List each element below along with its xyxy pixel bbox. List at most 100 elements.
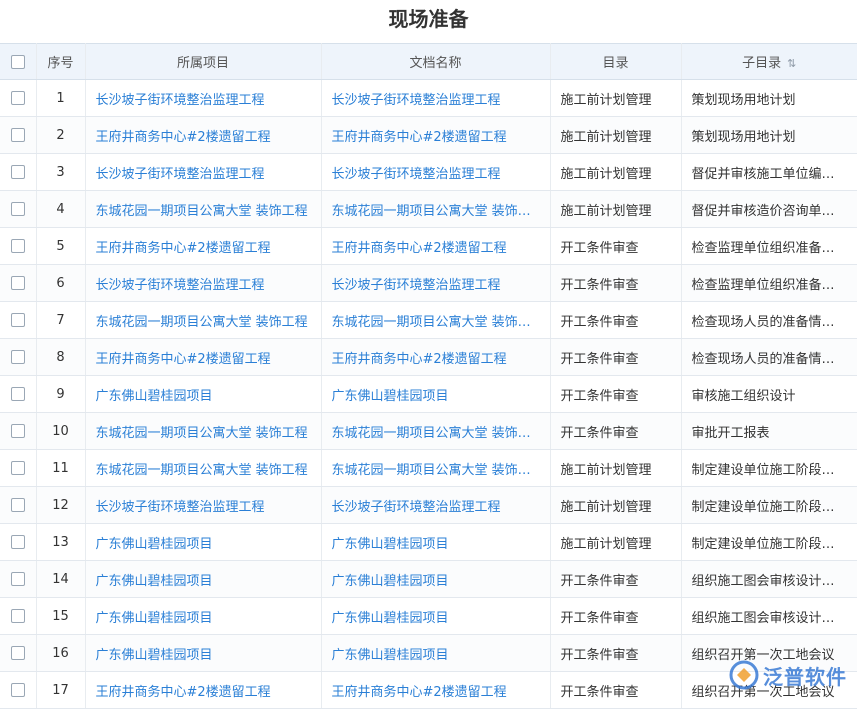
row-project-link[interactable]: 王府井商务中心#2楼遗留工程: [85, 339, 321, 376]
table-row[interactable]: 6长沙坡子街环境整治监理工程长沙坡子街环境整治监理工程开工条件审查检查监理单位组…: [0, 265, 857, 302]
table-row[interactable]: 15广东佛山碧桂园项目广东佛山碧桂园项目开工条件审查组织施工图会审核设计技…: [0, 598, 857, 635]
table-row[interactable]: 14广东佛山碧桂园项目广东佛山碧桂园项目开工条件审查组织施工图会审核设计技…: [0, 561, 857, 598]
row-checkbox[interactable]: [0, 598, 36, 635]
row-document-link[interactable]: 长沙坡子街环境整治监理工程: [321, 265, 550, 302]
row-document-link[interactable]: 王府井商务中心#2楼遗留工程: [321, 117, 550, 154]
table-row[interactable]: 13广东佛山碧桂园项目广东佛山碧桂园项目施工前计划管理制定建设单位施工阶段工…: [0, 524, 857, 561]
checkbox-icon[interactable]: [11, 461, 25, 475]
row-project-link[interactable]: 长沙坡子街环境整治监理工程: [85, 487, 321, 524]
row-checkbox[interactable]: [0, 302, 36, 339]
row-document-link[interactable]: 广东佛山碧桂园项目: [321, 561, 550, 598]
row-document-link[interactable]: 广东佛山碧桂园项目: [321, 635, 550, 672]
row-subdirectory: 策划现场用地计划: [681, 80, 857, 117]
row-project-link[interactable]: 长沙坡子街环境整治监理工程: [85, 154, 321, 191]
header-index: 序号: [36, 44, 85, 80]
row-document-link[interactable]: 东城花园一期项目公寓大堂 装饰…: [321, 413, 550, 450]
row-checkbox[interactable]: [0, 265, 36, 302]
row-directory: 开工条件审查: [550, 598, 681, 635]
row-checkbox[interactable]: [0, 450, 36, 487]
row-checkbox[interactable]: [0, 80, 36, 117]
checkbox-icon[interactable]: [11, 572, 25, 586]
row-directory: 开工条件审查: [550, 265, 681, 302]
table-header-row: 序号 所属项目 文档名称 目录 子目录⇅: [0, 44, 857, 80]
row-checkbox[interactable]: [0, 672, 36, 709]
row-project-link[interactable]: 长沙坡子街环境整治监理工程: [85, 265, 321, 302]
row-document-link[interactable]: 广东佛山碧桂园项目: [321, 598, 550, 635]
row-document-link[interactable]: 长沙坡子街环境整治监理工程: [321, 154, 550, 191]
checkbox-icon[interactable]: [11, 498, 25, 512]
select-all-checkbox[interactable]: [0, 44, 36, 80]
checkbox-icon[interactable]: [11, 55, 25, 69]
checkbox-icon[interactable]: [11, 313, 25, 327]
row-project-link[interactable]: 东城花园一期项目公寓大堂 装饰工程: [85, 413, 321, 450]
row-document-link[interactable]: 长沙坡子街环境整治监理工程: [321, 487, 550, 524]
checkbox-icon[interactable]: [11, 276, 25, 290]
row-project-link[interactable]: 广东佛山碧桂园项目: [85, 561, 321, 598]
row-document-link[interactable]: 东城花园一期项目公寓大堂 装饰…: [321, 302, 550, 339]
table-row[interactable]: 12长沙坡子街环境整治监理工程长沙坡子街环境整治监理工程施工前计划管理制定建设单…: [0, 487, 857, 524]
row-checkbox[interactable]: [0, 191, 36, 228]
sort-icon[interactable]: ⇅: [787, 57, 796, 70]
row-checkbox[interactable]: [0, 228, 36, 265]
row-subdirectory: 制定建设单位施工阶段工…: [681, 524, 857, 561]
row-project-link[interactable]: 东城花园一期项目公寓大堂 装饰工程: [85, 191, 321, 228]
row-project-link[interactable]: 广东佛山碧桂园项目: [85, 598, 321, 635]
row-project-link[interactable]: 广东佛山碧桂园项目: [85, 524, 321, 561]
row-index: 6: [36, 265, 85, 302]
row-directory: 开工条件审查: [550, 228, 681, 265]
table-row[interactable]: 5王府井商务中心#2楼遗留工程王府井商务中心#2楼遗留工程开工条件审查检查监理单…: [0, 228, 857, 265]
row-checkbox[interactable]: [0, 487, 36, 524]
row-document-link[interactable]: 东城花园一期项目公寓大堂 装饰…: [321, 191, 550, 228]
row-checkbox[interactable]: [0, 339, 36, 376]
checkbox-icon[interactable]: [11, 350, 25, 364]
row-checkbox[interactable]: [0, 376, 36, 413]
row-directory: 施工前计划管理: [550, 524, 681, 561]
checkbox-icon[interactable]: [11, 128, 25, 142]
checkbox-icon[interactable]: [11, 239, 25, 253]
row-project-link[interactable]: 东城花园一期项目公寓大堂 装饰工程: [85, 450, 321, 487]
checkbox-icon[interactable]: [11, 646, 25, 660]
row-project-link[interactable]: 广东佛山碧桂园项目: [85, 376, 321, 413]
row-document-link[interactable]: 长沙坡子街环境整治监理工程: [321, 80, 550, 117]
row-project-link[interactable]: 王府井商务中心#2楼遗留工程: [85, 672, 321, 709]
checkbox-icon[interactable]: [11, 424, 25, 438]
header-subdirectory-label: 子目录: [742, 56, 781, 71]
table-row[interactable]: 3长沙坡子街环境整治监理工程长沙坡子街环境整治监理工程施工前计划管理督促并审核施…: [0, 154, 857, 191]
row-checkbox[interactable]: [0, 413, 36, 450]
table-row[interactable]: 11东城花园一期项目公寓大堂 装饰工程东城花园一期项目公寓大堂 装饰…施工前计划…: [0, 450, 857, 487]
table-row[interactable]: 7东城花园一期项目公寓大堂 装饰工程东城花园一期项目公寓大堂 装饰…开工条件审查…: [0, 302, 857, 339]
row-checkbox[interactable]: [0, 524, 36, 561]
row-project-link[interactable]: 王府井商务中心#2楼遗留工程: [85, 117, 321, 154]
table-row[interactable]: 4东城花园一期项目公寓大堂 装饰工程东城花园一期项目公寓大堂 装饰…施工前计划管…: [0, 191, 857, 228]
table-row[interactable]: 1长沙坡子街环境整治监理工程长沙坡子街环境整治监理工程施工前计划管理策划现场用地…: [0, 80, 857, 117]
row-checkbox[interactable]: [0, 635, 36, 672]
row-checkbox[interactable]: [0, 117, 36, 154]
checkbox-icon[interactable]: [11, 91, 25, 105]
checkbox-icon[interactable]: [11, 165, 25, 179]
table-row[interactable]: 10东城花园一期项目公寓大堂 装饰工程东城花园一期项目公寓大堂 装饰…开工条件审…: [0, 413, 857, 450]
row-project-link[interactable]: 王府井商务中心#2楼遗留工程: [85, 228, 321, 265]
checkbox-icon[interactable]: [11, 609, 25, 623]
checkbox-icon[interactable]: [11, 683, 25, 697]
row-subdirectory: 检查现场人员的准备情况…: [681, 302, 857, 339]
row-document-link[interactable]: 王府井商务中心#2楼遗留工程: [321, 228, 550, 265]
checkbox-icon[interactable]: [11, 202, 25, 216]
row-subdirectory: 检查现场人员的准备情况…: [681, 339, 857, 376]
checkbox-icon[interactable]: [11, 535, 25, 549]
table-row[interactable]: 8王府井商务中心#2楼遗留工程王府井商务中心#2楼遗留工程开工条件审查检查现场人…: [0, 339, 857, 376]
row-document-link[interactable]: 广东佛山碧桂园项目: [321, 524, 550, 561]
row-project-link[interactable]: 广东佛山碧桂园项目: [85, 635, 321, 672]
row-project-link[interactable]: 东城花园一期项目公寓大堂 装饰工程: [85, 302, 321, 339]
row-subdirectory: 审批开工报表: [681, 413, 857, 450]
checkbox-icon[interactable]: [11, 387, 25, 401]
row-checkbox[interactable]: [0, 154, 36, 191]
table-row[interactable]: 2王府井商务中心#2楼遗留工程王府井商务中心#2楼遗留工程施工前计划管理策划现场…: [0, 117, 857, 154]
table-row[interactable]: 9广东佛山碧桂园项目广东佛山碧桂园项目开工条件审查审核施工组织设计: [0, 376, 857, 413]
row-checkbox[interactable]: [0, 561, 36, 598]
row-document-link[interactable]: 王府井商务中心#2楼遗留工程: [321, 339, 550, 376]
row-document-link[interactable]: 东城花园一期项目公寓大堂 装饰…: [321, 450, 550, 487]
row-document-link[interactable]: 王府井商务中心#2楼遗留工程: [321, 672, 550, 709]
row-project-link[interactable]: 长沙坡子街环境整治监理工程: [85, 80, 321, 117]
header-subdirectory[interactable]: 子目录 ⇅: [681, 44, 857, 80]
row-document-link[interactable]: 广东佛山碧桂园项目: [321, 376, 550, 413]
